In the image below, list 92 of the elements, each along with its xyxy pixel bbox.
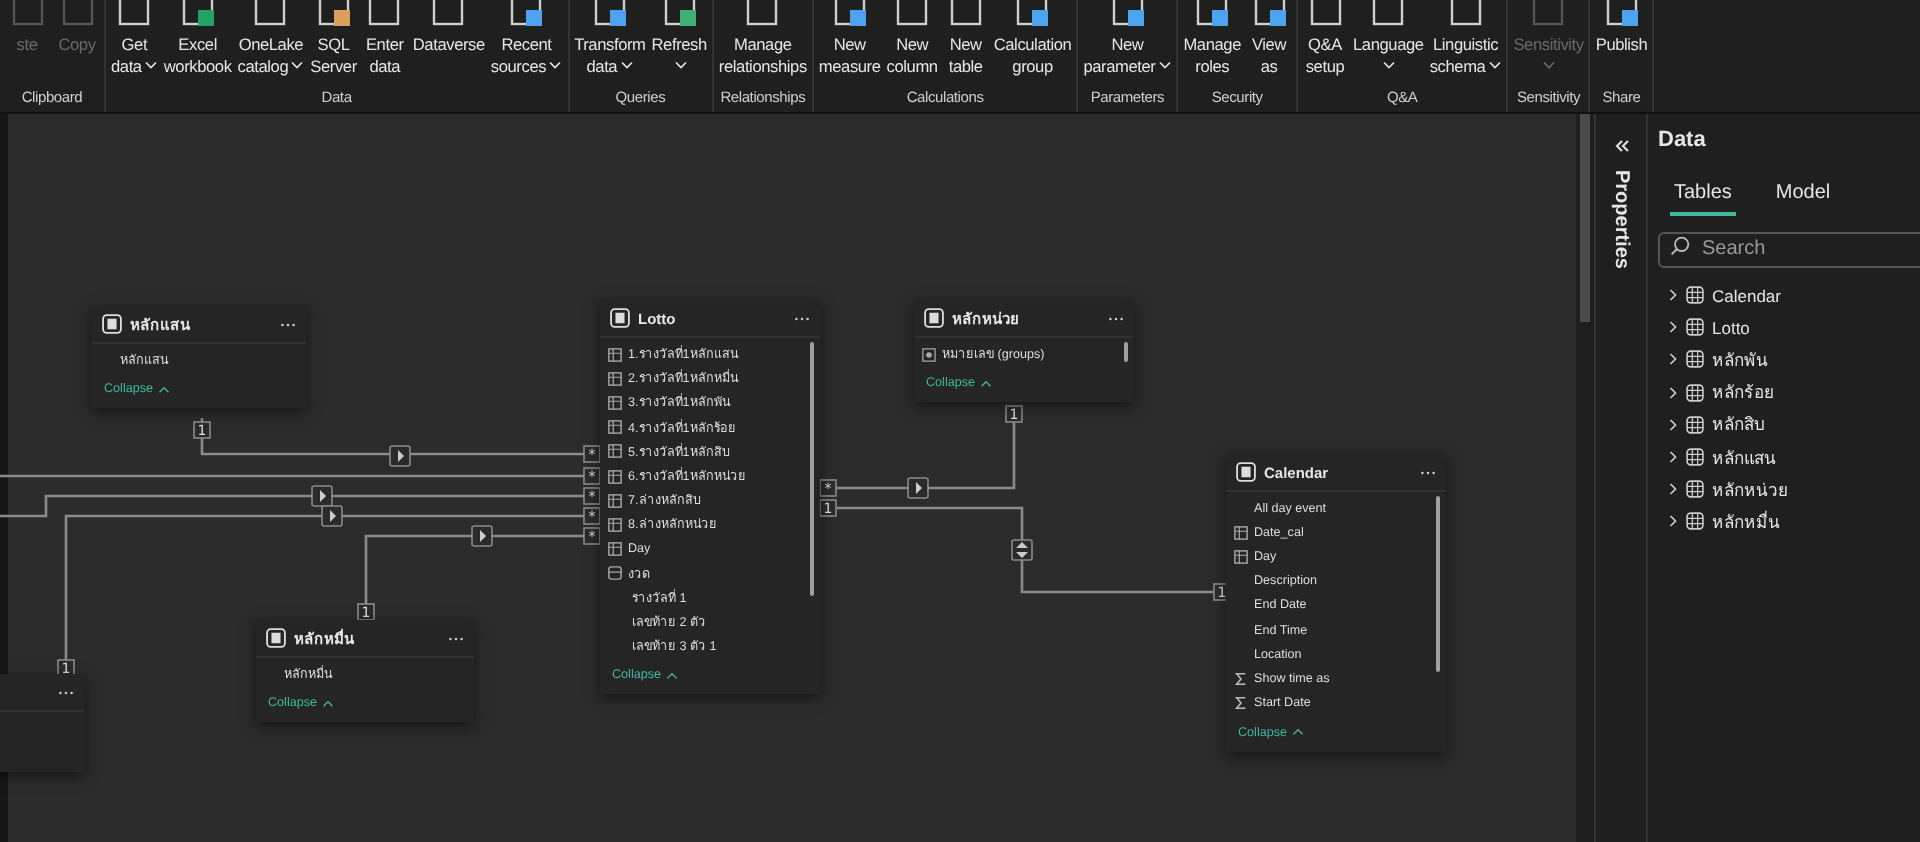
table-list-item[interactable]: หลักหน่วย: [1668, 473, 1920, 506]
table-list-item[interactable]: หลักสิบ: [1668, 408, 1920, 441]
calculated-column-icon: [608, 542, 622, 557]
search-field[interactable]: Search: [1658, 231, 1920, 267]
calculated-column-icon: [608, 444, 622, 459]
ribbon-button[interactable]: Get data: [108, 0, 161, 82]
ribbon-button[interactable]: Manage roles: [1180, 0, 1245, 82]
pane-tab[interactable]: Tables: [1670, 182, 1736, 216]
chevron-icon[interactable]: [1668, 514, 1678, 529]
ribbon-button[interactable]: Transform data: [571, 0, 649, 82]
ribbon-button[interactable]: Language: [1350, 0, 1427, 82]
scrollbar[interactable]: [809, 342, 814, 597]
table-icon: [1686, 318, 1704, 337]
caret-up-icon: [979, 379, 992, 388]
ribbon-button[interactable]: Dataverse: [409, 0, 488, 82]
table-list-item[interactable]: หลักแสน: [1668, 440, 1920, 474]
table-icon: [266, 628, 286, 648]
calculated-column-icon: [608, 493, 622, 508]
ribbon-button[interactable]: Q&A setup: [1300, 0, 1351, 82]
scrollbar[interactable]: [1123, 342, 1128, 362]
ribbon-button[interactable]: SQL Server: [307, 0, 360, 82]
filter-direction-icon: [907, 477, 929, 499]
more-icon[interactable]: [794, 315, 810, 321]
table-icon: [1686, 383, 1704, 402]
ribbon-button[interactable]: New table: [940, 0, 991, 82]
ribbon-button[interactable]: New measure: [815, 0, 884, 82]
table-list-item[interactable]: หลักหมื่น: [1668, 505, 1920, 538]
chevron-icon[interactable]: [1668, 288, 1678, 303]
pane-title: Data: [1658, 128, 1708, 152]
ribbon-button[interactable]: Manage relationships: [715, 0, 810, 82]
ribbon-button[interactable]: Linguistic schema: [1426, 0, 1505, 82]
ribbon-button[interactable]: Excel workbook: [160, 0, 235, 82]
table-icon: [1686, 415, 1704, 434]
table-icon: [924, 308, 944, 328]
filter-direction-icon: [1011, 539, 1033, 561]
filter-direction-icon: [471, 525, 493, 547]
ribbon-button[interactable]: OneLake catalog: [234, 0, 308, 82]
chevron-icon[interactable]: [1668, 482, 1678, 497]
ribbon-button[interactable]: Recent sources: [487, 0, 566, 82]
table-icon: [102, 314, 122, 334]
ribbon-button[interactable]: Calculation group: [990, 0, 1075, 82]
calculated-column-icon: [608, 395, 622, 410]
caret-up-icon: [1291, 728, 1304, 737]
more-icon[interactable]: [1420, 469, 1436, 475]
calculated-column-icon: [1234, 549, 1248, 564]
table-icon: [1236, 462, 1256, 482]
chevron-icon[interactable]: [1668, 320, 1678, 335]
filter-direction-icon: [389, 445, 411, 467]
calculated-column-icon: [608, 371, 622, 386]
ribbon-button[interactable]: Refresh: [648, 0, 710, 82]
table-icon: [610, 308, 630, 328]
chevron-icon[interactable]: [1668, 417, 1678, 432]
calculated-column-icon: [608, 469, 622, 484]
table-icon: [1686, 448, 1704, 467]
table-list-item[interactable]: Lotto: [1668, 311, 1920, 344]
more-icon[interactable]: [280, 321, 296, 327]
table-card[interactable]: [600, 300, 820, 695]
table-list-item[interactable]: หลักพัน: [1668, 343, 1920, 377]
table-list-item[interactable]: Calendar: [1668, 279, 1920, 312]
ribbon-button[interactable]: View as: [1244, 0, 1295, 82]
table-icon: [1686, 480, 1704, 499]
ribbon-button[interactable]: Publish: [1592, 0, 1651, 82]
caret-up-icon: [321, 699, 334, 708]
scrollbar[interactable]: [1580, 114, 1590, 322]
search-icon: [1670, 236, 1690, 256]
chevron-icon[interactable]: [1668, 385, 1678, 400]
collapse-pane-icon[interactable]: [1613, 138, 1629, 154]
calculated-column-icon: [608, 517, 622, 532]
calculated-column-icon: [608, 347, 622, 362]
calculated-column-icon: [1234, 525, 1248, 540]
properties-pane-tab[interactable]: Properties: [1610, 170, 1632, 269]
table-icon: [1686, 286, 1704, 305]
filter-direction-icon: [321, 505, 343, 527]
caret-up-icon: [157, 385, 170, 394]
table-icon: [1686, 512, 1704, 531]
ribbon-button[interactable]: New column: [883, 0, 941, 82]
group-icon: [922, 347, 936, 362]
chevron-icon[interactable]: [1668, 450, 1678, 465]
more-icon[interactable]: [1108, 315, 1124, 321]
table-icon: [1686, 350, 1704, 369]
chevron-icon[interactable]: [1668, 352, 1678, 367]
more-icon[interactable]: [58, 689, 74, 695]
ribbon-button[interactable]: New parameter: [1080, 0, 1175, 82]
more-icon[interactable]: [448, 635, 464, 641]
ribbon-button[interactable]: Enter data: [359, 0, 410, 82]
hierarchy-icon: [608, 566, 622, 581]
calculated-column-icon: [608, 420, 622, 435]
scrollbar[interactable]: [1435, 496, 1440, 673]
pane-tab[interactable]: Model: [1771, 182, 1835, 216]
table-list-item[interactable]: หลักร้อย: [1668, 376, 1920, 409]
filter-direction-icon: [311, 485, 333, 507]
caret-up-icon: [665, 671, 678, 680]
